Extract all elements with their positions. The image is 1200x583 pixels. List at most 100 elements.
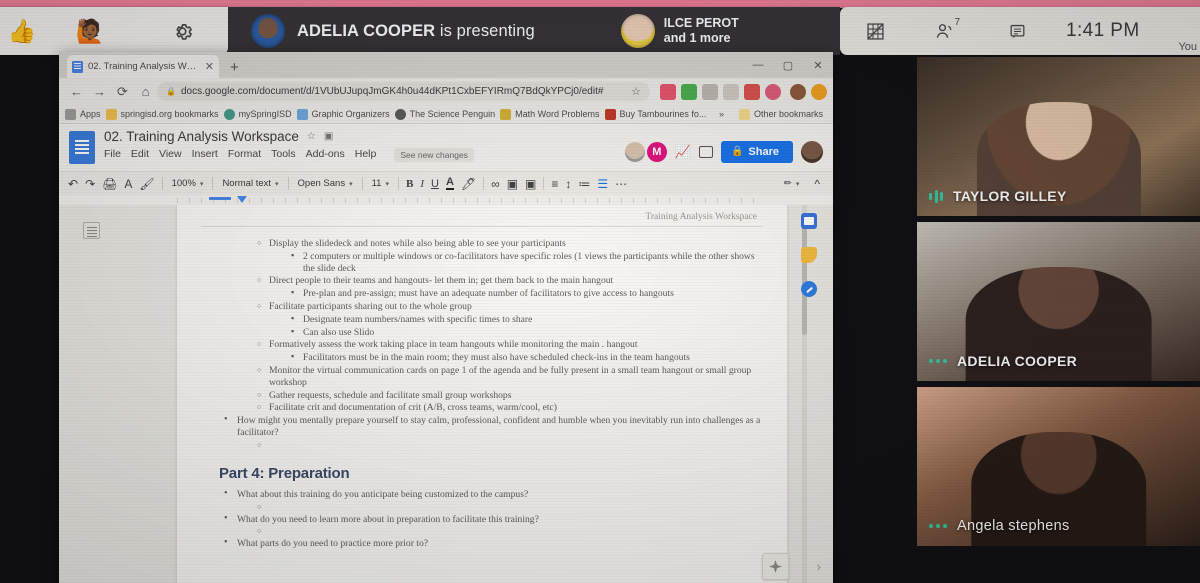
collaborator-avatar-1[interactable] xyxy=(624,141,645,162)
activity-dashboard-icon[interactable]: 📈 xyxy=(675,144,691,160)
bookmark-apps[interactable]: Apps xyxy=(65,108,101,120)
comment-history-icon[interactable] xyxy=(698,145,713,158)
list-item: What about this training do you anticipa… xyxy=(223,488,763,501)
ruler-indent-bar[interactable] xyxy=(209,197,231,200)
list-item: Gather requests, schedule and facilitate… xyxy=(255,390,763,402)
bookmark-myspringisd[interactable]: mySpringISD xyxy=(223,108,292,120)
google-keep-icon[interactable] xyxy=(801,247,817,263)
font-size-select[interactable]: 11 ▾ xyxy=(370,178,391,189)
account-avatar[interactable] xyxy=(801,140,823,163)
redo-button[interactable]: ↷ xyxy=(85,177,95,191)
extension-icon-3[interactable] xyxy=(702,83,718,100)
text-color-button[interactable]: A xyxy=(445,177,454,190)
chat-button[interactable] xyxy=(998,12,1036,50)
paint-format-button[interactable]: 🖌 xyxy=(139,177,154,191)
numbered-list-button[interactable]: ≔ xyxy=(578,177,590,191)
bookmark-star-icon[interactable]: ☆ xyxy=(625,85,641,98)
print-button[interactable]: 🖨 xyxy=(102,177,117,191)
menu-insert[interactable]: Insert xyxy=(192,148,218,162)
bookmark-label: Graphic Organizers xyxy=(311,109,390,119)
close-window-button[interactable]: ✕ xyxy=(803,59,833,72)
video-tile-taylor-gilley[interactable]: TAYLOR GILLEY xyxy=(917,57,1200,216)
menu-format[interactable]: Format xyxy=(228,148,261,162)
font-family-select[interactable]: Open Sans ▾ xyxy=(296,178,355,189)
collaborator-avatar-2[interactable] xyxy=(646,141,667,162)
insert-link-button[interactable]: ∞ xyxy=(491,177,500,191)
paragraph-style-select[interactable]: Normal text ▾ xyxy=(220,178,280,189)
other-bookmarks-folder[interactable]: Other bookmarks xyxy=(738,108,823,120)
bulleted-list-button[interactable]: ☰ xyxy=(597,177,608,191)
extension-icon-5[interactable] xyxy=(744,83,760,100)
chrome-menu-icon[interactable] xyxy=(811,83,827,100)
extension-icon-1[interactable] xyxy=(660,83,676,100)
list-item: Designate team numbers/names with specif… xyxy=(289,313,763,326)
meet-settings-button[interactable] xyxy=(136,7,228,55)
video-tile-adelia-cooper[interactable]: ADELIA COOPER xyxy=(917,222,1200,381)
bookmark-buy-tambourines[interactable]: Buy Tambourines fo... xyxy=(604,108,706,120)
more-options-button[interactable]: ⋯ xyxy=(615,177,627,191)
menu-view[interactable]: View xyxy=(159,148,182,162)
raise-hand-reaction[interactable]: 🙋🏾 xyxy=(44,7,136,55)
hide-menus-button[interactable]: ^ xyxy=(814,177,820,191)
bookmarks-overflow-button[interactable]: » xyxy=(719,109,724,119)
extension-icon-2[interactable] xyxy=(681,83,697,100)
align-button[interactable]: ≡ xyxy=(551,177,558,191)
menu-file[interactable]: File xyxy=(104,148,121,162)
bold-button[interactable]: B xyxy=(406,178,413,190)
back-button[interactable]: ← xyxy=(65,84,88,99)
video-tile-angela-stephens[interactable]: Angela stephens xyxy=(917,387,1200,546)
move-to-folder-icon[interactable]: ▣ xyxy=(324,131,333,142)
tab-close-icon[interactable]: ✕ xyxy=(201,60,214,73)
underline-button[interactable]: U xyxy=(431,178,439,190)
participants-button[interactable]: 7 xyxy=(926,12,964,50)
tile-label: Angela stephens xyxy=(929,518,1070,534)
extension-icon-6[interactable] xyxy=(765,83,781,100)
minimize-button[interactable]: — xyxy=(743,59,773,71)
document-title[interactable]: 02. Training Analysis Workspace xyxy=(104,129,299,144)
tab-title: 02. Training Analysis Workspace xyxy=(88,61,201,72)
bookmark-math-word-problems[interactable]: Math Word Problems xyxy=(500,108,600,120)
new-tab-button[interactable]: + xyxy=(230,59,239,78)
docs-ruler[interactable] xyxy=(59,195,833,205)
profile-avatar-icon[interactable] xyxy=(790,83,806,100)
zoom-level-select[interactable]: 100% ▾ xyxy=(170,178,206,189)
menu-tools[interactable]: Tools xyxy=(271,148,296,162)
forward-button[interactable]: → xyxy=(88,84,111,99)
google-tasks-icon[interactable] xyxy=(801,281,817,297)
expand-side-panel-chevron-icon[interactable]: › xyxy=(817,559,821,574)
insert-image-button[interactable]: ▣ xyxy=(525,177,536,191)
browser-tab-docs[interactable]: 02. Training Analysis Workspace ✕ xyxy=(67,55,219,78)
bookmark-springisd[interactable]: springisd.org bookmarks xyxy=(105,108,219,120)
site-icon xyxy=(604,108,616,120)
font-size-value: 11 xyxy=(371,178,382,189)
ruler-indent-marker[interactable] xyxy=(237,196,247,203)
maximize-button[interactable]: ▢ xyxy=(773,59,803,72)
google-calendar-icon[interactable] xyxy=(801,213,817,229)
explore-button[interactable] xyxy=(762,553,789,580)
bookmark-graphic-organizers[interactable]: Graphic Organizers xyxy=(296,108,390,120)
highlight-color-button[interactable]: 🖊 xyxy=(461,177,476,191)
menu-edit[interactable]: Edit xyxy=(131,148,149,162)
extension-icon-4[interactable] xyxy=(723,83,739,100)
bookmark-science-penguin[interactable]: The Science Penguin xyxy=(394,108,495,120)
home-button[interactable]: ⌂ xyxy=(134,84,157,99)
line-spacing-button[interactable]: ↕ xyxy=(565,177,571,191)
undo-button[interactable]: ↶ xyxy=(68,177,78,191)
editing-mode-select[interactable]: ✏ ▾ xyxy=(782,178,801,189)
reload-button[interactable]: ⟳ xyxy=(111,84,134,100)
participant-name: TAYLOR GILLEY xyxy=(953,188,1067,204)
share-button[interactable]: 🔒 Share xyxy=(720,140,793,163)
spellcheck-button[interactable]: A xyxy=(124,177,132,191)
add-comment-button[interactable]: ▣ xyxy=(507,177,518,191)
italic-button[interactable]: I xyxy=(420,178,424,190)
menu-addons[interactable]: Add-ons xyxy=(306,148,345,162)
see-new-changes-button[interactable]: See new changes xyxy=(394,148,474,162)
address-bar[interactable]: 🔒 docs.google.com/document/d/1VUbUJupqJm… xyxy=(157,82,650,101)
layout-grid-button[interactable] xyxy=(856,12,894,50)
document-page[interactable]: Training Analysis Workspace Display the … xyxy=(177,205,787,583)
menu-help[interactable]: Help xyxy=(355,148,377,162)
star-document-icon[interactable]: ☆ xyxy=(307,131,316,142)
edit-mode-icon: ✏ xyxy=(783,178,792,189)
document-outline-button[interactable] xyxy=(83,222,100,239)
thumbs-up-reaction[interactable]: 👍 xyxy=(0,7,44,55)
